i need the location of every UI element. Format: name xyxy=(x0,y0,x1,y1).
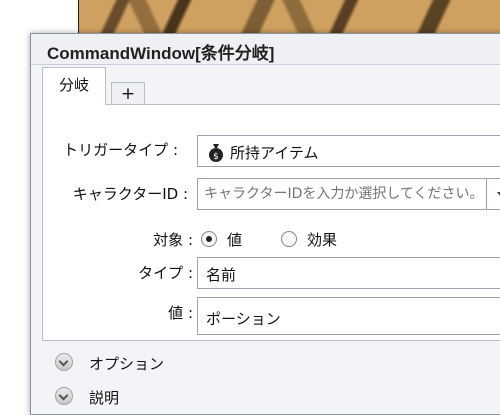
character-id-input[interactable] xyxy=(197,178,487,210)
target-label: 対象 : xyxy=(153,231,193,249)
target-value-radio[interactable] xyxy=(201,231,217,247)
target-effect-label[interactable]: 効果 xyxy=(307,229,337,250)
tab-branch[interactable]: 分岐 xyxy=(42,67,106,105)
add-tab-button[interactable]: + xyxy=(111,82,145,106)
type-dropdown[interactable]: 名前 xyxy=(197,257,500,289)
options-expander-icon[interactable] xyxy=(55,353,73,371)
options-section-label[interactable]: オプション xyxy=(89,353,164,374)
value-text: ポーション xyxy=(206,310,281,328)
target-value-label[interactable]: 値 xyxy=(227,229,242,250)
type-value: 名前 xyxy=(206,266,237,284)
description-section-label[interactable]: 説明 xyxy=(89,387,119,408)
window-title: CommandWindow[条件分岐] xyxy=(47,44,275,63)
command-window: CommandWindow[条件分岐] 分岐 + トリガータイプ : $ 所持ア… xyxy=(30,33,500,415)
svg-text:$: $ xyxy=(213,152,219,162)
trigger-type-label: トリガータイプ : xyxy=(63,141,178,159)
value-label: 値 : xyxy=(168,304,193,322)
value-input[interactable]: ポーション xyxy=(197,297,500,335)
character-id-dropdown-button[interactable] xyxy=(486,178,500,210)
money-bag-icon: $ xyxy=(208,142,224,166)
tab-content: トリガータイプ : $ 所持アイテム キャラクターID : 対象 : 値 効果 … xyxy=(42,104,500,341)
trigger-type-value: 所持アイテム xyxy=(230,144,319,162)
type-label: タイプ : xyxy=(138,264,193,282)
trigger-type-dropdown[interactable]: $ 所持アイテム xyxy=(197,135,500,167)
character-id-label: キャラクターID : xyxy=(72,185,188,203)
target-effect-radio[interactable] xyxy=(281,231,297,247)
description-expander-icon[interactable] xyxy=(55,387,73,405)
